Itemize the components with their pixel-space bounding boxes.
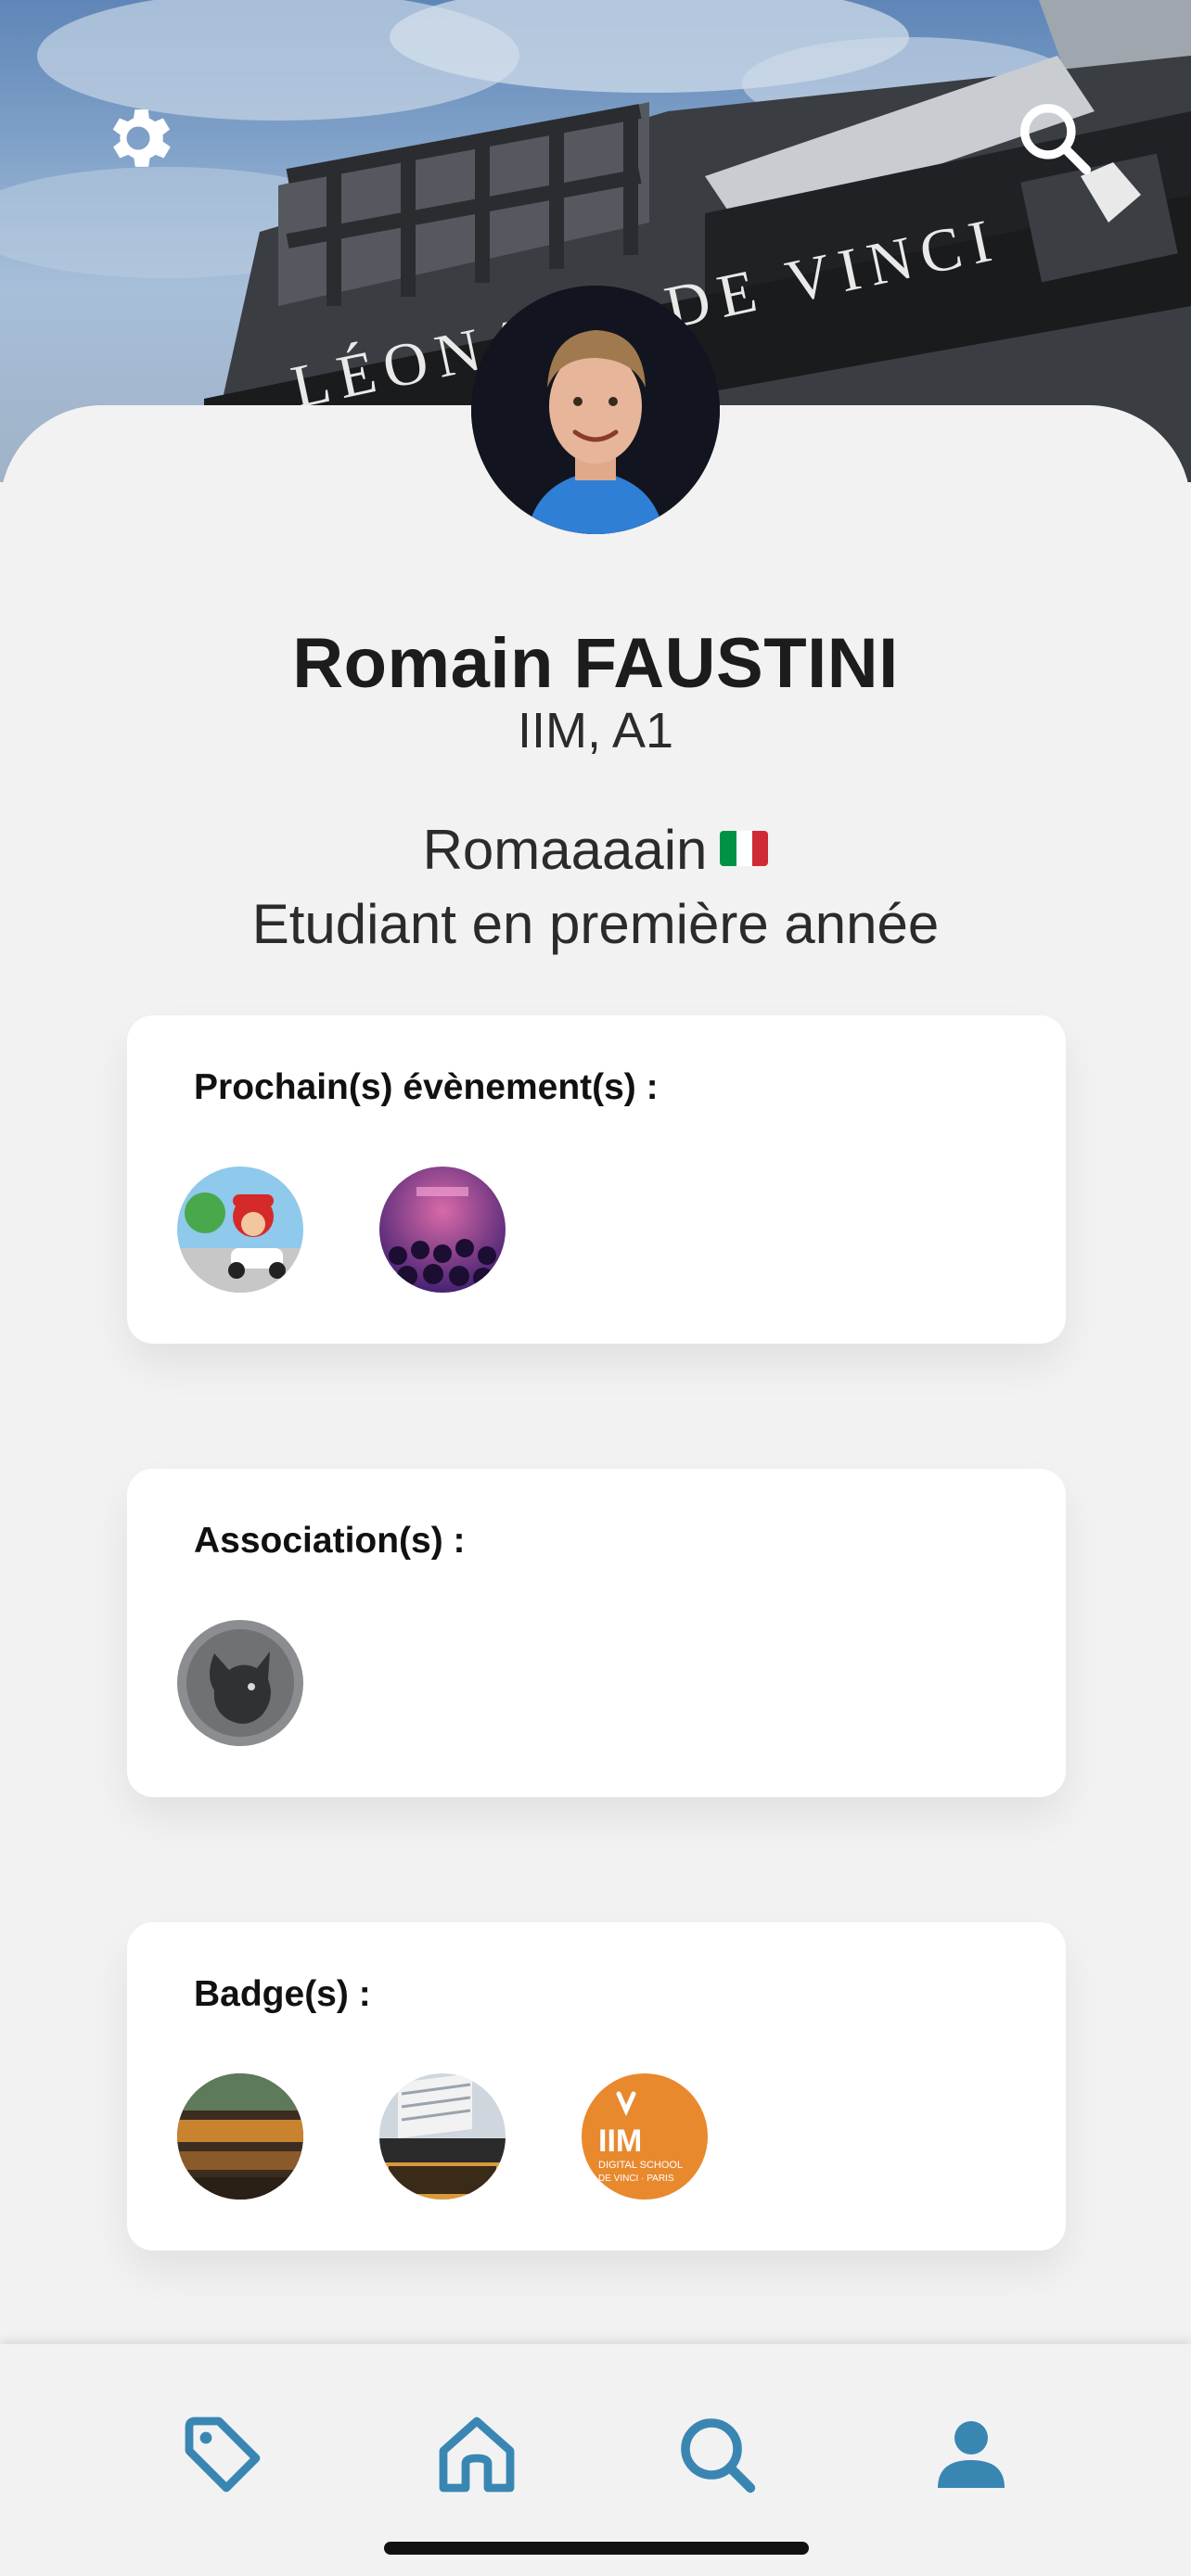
nav-tags[interactable]: [172, 2404, 274, 2506]
iim-logo-image: IIM DIGITAL SCHOOL DE VINCI · PARIS: [582, 2073, 708, 2200]
search-icon: [1020, 104, 1092, 175]
user-icon: [938, 2421, 1005, 2488]
search-icon: [681, 2418, 756, 2493]
iim-logo-line2: DE VINCI · PARIS: [598, 2174, 674, 2184]
associations-card: Association(s) :: [127, 1469, 1066, 1797]
badges-card-title: Badge(s) :: [194, 1974, 371, 2014]
profile-school: IIM, A1: [517, 703, 674, 759]
gear-icon: [112, 109, 171, 167]
event-mario-kart[interactable]: [177, 1167, 303, 1293]
settings-button[interactable]: [96, 96, 180, 180]
badge-night-image: [177, 2073, 303, 2200]
event-party[interactable]: [379, 1167, 506, 1293]
avatar-photo: [471, 286, 720, 534]
nav-search[interactable]: [666, 2404, 768, 2506]
tag-icon: [185, 2417, 261, 2493]
nav-profile[interactable]: [920, 2404, 1022, 2506]
profile-name: Romain FAUSTINI: [292, 624, 899, 703]
iim-logo-text: IIM: [598, 2123, 642, 2159]
iim-logo-line1: DIGITAL SCHOOL: [598, 2160, 683, 2171]
badge-building-image: [379, 2073, 506, 2200]
home-indicator: [384, 2542, 809, 2555]
event-mario-kart-image: [177, 1167, 303, 1293]
profile-nickname-line: Romaaaain: [0, 818, 1191, 882]
wolf-logo-image: [177, 1620, 303, 1746]
events-card: Prochain(s) évènement(s) :: [127, 1015, 1066, 1344]
home-icon: [439, 2417, 515, 2493]
italy-flag-icon: [720, 831, 769, 867]
association-wolf[interactable]: [177, 1620, 303, 1746]
badge-night[interactable]: [177, 2073, 303, 2200]
badge-building[interactable]: [379, 2073, 506, 2200]
profile-avatar[interactable]: [471, 286, 720, 534]
event-party-image: [379, 1167, 506, 1293]
nav-home[interactable]: [426, 2404, 528, 2506]
badges-card: Badge(s) : IIM DIGITAL SCHOOL DE VINCI ·…: [127, 1922, 1066, 2251]
profile-bio: Etudiant en première année: [251, 893, 940, 955]
associations-card-title: Association(s) :: [194, 1521, 466, 1561]
profile-nickname: Romaaaain: [422, 819, 708, 881]
badge-iim[interactable]: IIM DIGITAL SCHOOL DE VINCI · PARIS: [582, 2073, 708, 2200]
events-card-title: Prochain(s) évènement(s) :: [194, 1067, 659, 1107]
search-button[interactable]: [1013, 96, 1096, 180]
